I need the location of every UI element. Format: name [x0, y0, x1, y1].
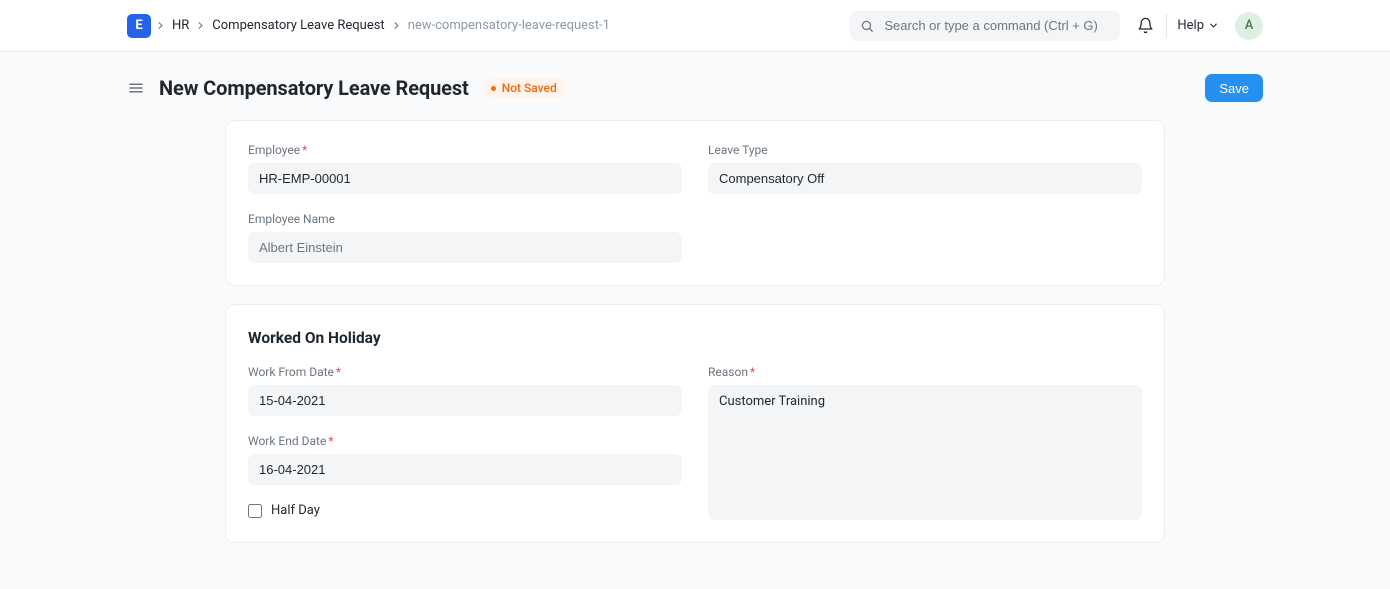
breadcrumb-item-module[interactable]: Compensatory Leave Request: [212, 18, 384, 33]
chevron-right-icon: [391, 20, 402, 31]
divider: [1166, 14, 1167, 38]
employee-details-card: Employee* Employee Name Leave Type: [225, 120, 1165, 286]
chevron-down-icon: [1208, 20, 1219, 31]
half-day-checkbox-row[interactable]: Half Day: [248, 503, 682, 518]
work-from-date-input[interactable]: [248, 385, 682, 416]
employee-name-input: [248, 232, 682, 263]
search-input[interactable]: [882, 17, 1110, 34]
bell-icon: [1137, 17, 1154, 34]
top-navbar: E HR Compensatory Leave Request new-comp…: [0, 0, 1390, 52]
required-indicator: *: [750, 365, 755, 379]
help-menu[interactable]: Help: [1171, 18, 1225, 33]
leave-type-label: Leave Type: [708, 143, 1142, 157]
notifications-button[interactable]: [1128, 9, 1162, 43]
page-title: New Compensatory Leave Request: [159, 76, 469, 100]
brand-logo[interactable]: E: [127, 14, 151, 38]
half-day-label: Half Day: [271, 503, 320, 518]
status-badge: Not Saved: [483, 78, 566, 98]
work-from-field-group: Work From Date*: [248, 365, 682, 416]
help-label: Help: [1177, 18, 1204, 33]
employee-name-label: Employee Name: [248, 212, 682, 226]
reason-field-group: Reason*: [708, 365, 1142, 524]
reason-textarea[interactable]: [708, 385, 1142, 520]
chevron-right-icon: [155, 20, 166, 31]
breadcrumb-item-current: new-compensatory-leave-request-1: [408, 18, 610, 33]
employee-name-field-group: Employee Name: [248, 212, 682, 263]
required-indicator: *: [336, 365, 341, 379]
work-end-field-group: Work End Date*: [248, 434, 682, 485]
employee-field-group: Employee*: [248, 143, 682, 194]
breadcrumb-item-hr[interactable]: HR: [172, 18, 189, 33]
work-from-label: Work From Date*: [248, 365, 682, 379]
page-header: New Compensatory Leave Request Not Saved…: [127, 60, 1263, 120]
page-body: New Compensatory Leave Request Not Saved…: [0, 52, 1390, 589]
leave-type-input[interactable]: [708, 163, 1142, 194]
half-day-checkbox[interactable]: [248, 504, 262, 518]
status-badge-label: Not Saved: [502, 81, 557, 95]
sidebar-toggle-button[interactable]: [127, 79, 145, 97]
reason-label: Reason*: [708, 365, 1142, 379]
save-button[interactable]: Save: [1205, 74, 1263, 102]
employee-input[interactable]: [248, 163, 682, 194]
worked-on-holiday-card: Worked On Holiday Work From Date* Work E…: [225, 304, 1165, 543]
employee-label: Employee*: [248, 143, 682, 157]
user-avatar[interactable]: A: [1235, 12, 1263, 40]
status-dot-icon: [491, 86, 496, 91]
work-end-label: Work End Date*: [248, 434, 682, 448]
breadcrumb: HR Compensatory Leave Request new-compen…: [155, 18, 610, 33]
required-indicator: *: [328, 434, 333, 448]
search-icon: [860, 19, 874, 33]
leave-type-field-group: Leave Type: [708, 143, 1142, 194]
work-end-date-input[interactable]: [248, 454, 682, 485]
required-indicator: *: [302, 143, 307, 157]
chevron-right-icon: [195, 20, 206, 31]
global-search[interactable]: [850, 11, 1120, 41]
section-title: Worked On Holiday: [248, 329, 1142, 347]
